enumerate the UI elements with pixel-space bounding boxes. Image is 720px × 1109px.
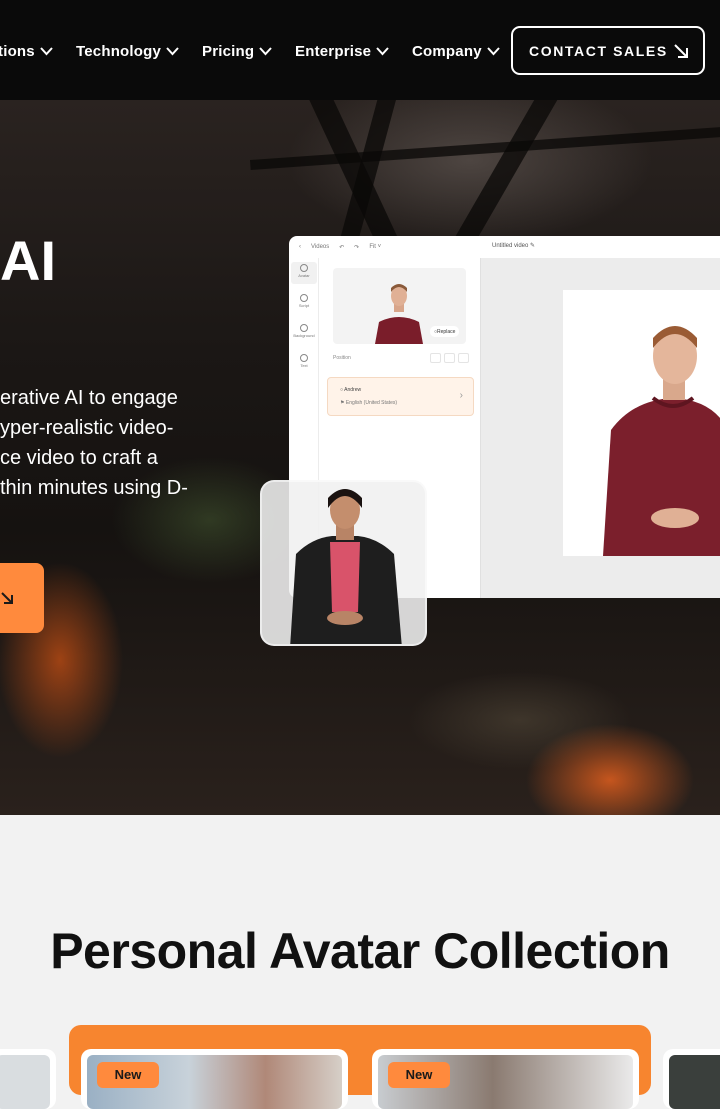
nav-item-solutions[interactable]: tions	[0, 41, 54, 61]
nav-item-technology[interactable]: Technology	[76, 41, 180, 61]
avatar-collection-section: Personal Avatar Collection New New	[0, 815, 720, 1109]
nav-label: tions	[0, 42, 35, 60]
nav-label: Pricing	[202, 42, 255, 60]
chevron-down-icon	[376, 47, 389, 56]
rail-label: Avatar	[298, 273, 310, 278]
nav-item-enterprise[interactable]: Enterprise	[295, 41, 390, 61]
position-buttons	[430, 353, 469, 363]
nav-label: Technology	[76, 42, 162, 60]
redo-icon[interactable]: ↷	[354, 244, 359, 251]
voice-name-label: Andrew	[344, 387, 362, 393]
avatar-card[interactable]	[0, 1049, 56, 1109]
avatar-thumbnail	[669, 1055, 720, 1109]
nav-item-company[interactable]: Company	[412, 41, 501, 61]
top-navigation: tions Technology Pricing Enterprise Comp…	[0, 0, 720, 100]
avatar-card[interactable]: New	[81, 1049, 348, 1109]
arrow-down-right-icon	[674, 44, 688, 58]
hero-text-line: thin minutes using D-	[0, 477, 188, 499]
rail-label: Background	[293, 333, 315, 338]
hero-description: erative AI to engage yper-realistic vide…	[0, 383, 210, 503]
position-left-button[interactable]	[430, 353, 441, 363]
new-badge: New	[388, 1062, 450, 1088]
arrow-down-right-icon	[1, 592, 13, 604]
avatar-card[interactable]	[663, 1049, 720, 1109]
hero-title: AI	[0, 229, 56, 292]
canvas-preview	[563, 290, 720, 556]
rail-item-background[interactable]: Background	[291, 322, 317, 344]
avatar-card[interactable]: New	[372, 1049, 639, 1109]
background-icon	[300, 324, 308, 332]
hero-text-line: ce video to craft a	[0, 447, 158, 469]
video-canvas	[480, 258, 720, 598]
back-icon[interactable]: ‹	[299, 244, 301, 250]
replace-button[interactable]: ○ Replace	[430, 326, 460, 337]
contact-sales-button[interactable]: CONTACT SALES	[511, 26, 705, 75]
document-title[interactable]: Untitled video ✎	[492, 242, 535, 249]
rail-label: Script	[298, 303, 310, 308]
position-label: Position	[333, 355, 351, 361]
contact-sales-label: CONTACT SALES	[529, 42, 668, 59]
videos-breadcrumb[interactable]: Videos	[311, 244, 329, 250]
presenter-figure	[290, 489, 402, 644]
hero-section: AI erative AI to engage yper-realistic v…	[0, 100, 720, 815]
document-title-label: Untitled video	[492, 243, 529, 249]
text-icon	[300, 354, 308, 362]
editor-topbar: ‹ Videos ↶ ↷ Fit ˅	[289, 236, 479, 258]
background-beam	[250, 126, 720, 170]
script-icon	[300, 294, 308, 302]
fit-dropdown[interactable]: Fit ˅	[369, 244, 381, 250]
voice-language: ⚑ English (United States)	[340, 400, 398, 406]
position-row: Position	[333, 350, 473, 366]
chevron-right-icon: ›	[459, 390, 463, 401]
chevron-down-icon	[487, 47, 500, 56]
floating-avatar-card	[260, 480, 427, 646]
new-badge: New	[97, 1062, 159, 1088]
position-center-button[interactable]	[444, 353, 455, 363]
background-beam	[450, 100, 558, 256]
rail-item-avatar[interactable]: Avatar	[291, 262, 317, 284]
avatar-icon	[300, 264, 308, 272]
chevron-down-icon	[259, 47, 272, 56]
voice-language-label: English (United States)	[345, 400, 398, 406]
fit-label: Fit	[369, 244, 376, 250]
replace-label: Replace	[437, 328, 456, 335]
voice-selector[interactable]: ○ Andrew ⚑ English (United States) ›	[327, 377, 474, 416]
nav-label: Enterprise	[295, 42, 372, 60]
selected-avatar-card[interactable]: ○ Replace	[333, 268, 466, 344]
position-right-button[interactable]	[458, 353, 469, 363]
rail-item-text[interactable]: Text	[291, 352, 317, 374]
rail-item-script[interactable]: Script	[291, 292, 317, 314]
presenter-figure	[603, 326, 720, 556]
hero-text-line: yper-realistic video-	[0, 417, 174, 439]
avatar-thumbnail	[0, 1055, 50, 1109]
nav-label: Company	[412, 42, 482, 60]
section-title: Personal Avatar Collection	[50, 923, 670, 979]
nav-item-pricing[interactable]: Pricing	[202, 41, 273, 61]
hero-cta-button[interactable]	[0, 563, 44, 633]
chevron-down-icon	[166, 47, 179, 56]
chevron-down-icon	[40, 47, 53, 56]
undo-icon[interactable]: ↶	[339, 244, 344, 251]
hero-text-line: erative AI to engage	[0, 387, 178, 409]
rail-label: Text	[300, 363, 308, 368]
voice-name: ○ Andrew	[340, 387, 362, 393]
